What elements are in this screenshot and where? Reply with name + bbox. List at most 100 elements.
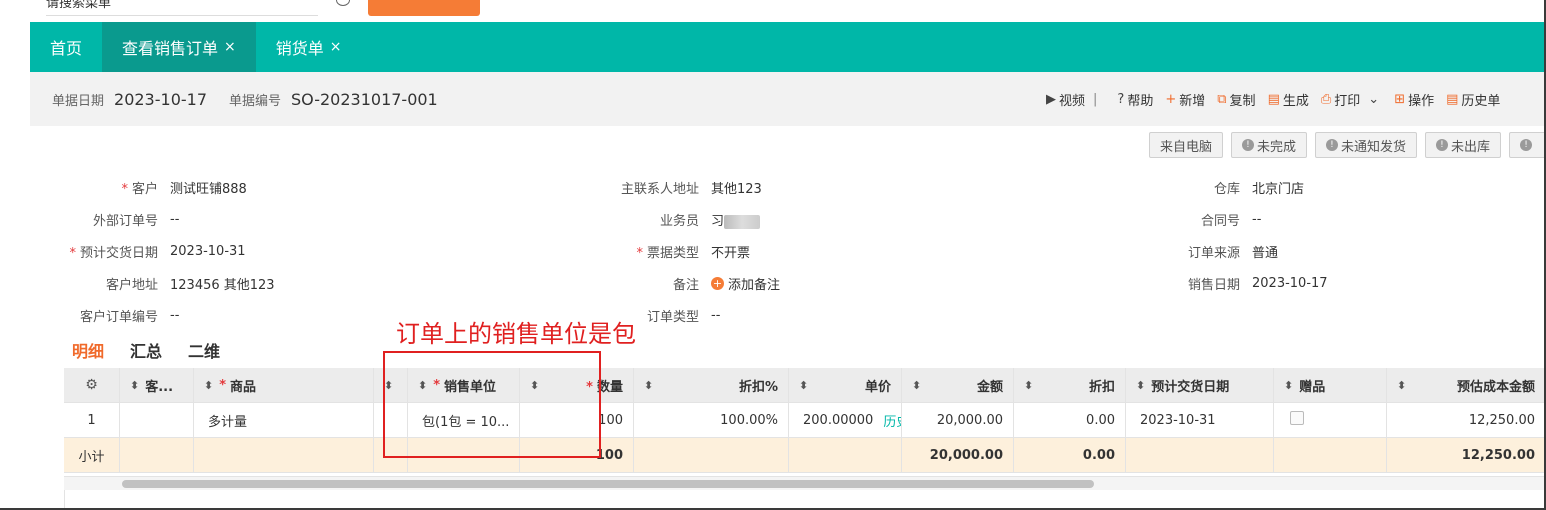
contact-address-label: 主联系人地址	[620, 182, 699, 197]
remark-label: 备注	[672, 278, 699, 293]
gear-icon[interactable]: ⚙	[85, 377, 98, 393]
contract-label: 合同号	[1200, 214, 1240, 229]
help-button[interactable]: ? 帮助	[1117, 90, 1153, 109]
document-icon: ▤	[1267, 92, 1280, 107]
subtab-detail[interactable]: 明细	[72, 338, 105, 370]
tab-label: 销货单	[275, 39, 324, 58]
column-header-delivery-date[interactable]: ⬍ 预计交货日期	[1126, 368, 1274, 403]
table-header-row: ⚙ ⬍ 客... ⬍ * 商品 ⬍ ⬍ * 销售单位 ⬍ * 数量 ⬍ 折扣% ⬍ 单价 ⬍ 金额 …	[64, 368, 1546, 403]
column-header-amount[interactable]: ⬍ 金额	[902, 368, 1014, 403]
copy-label: 复制	[1229, 94, 1256, 109]
contact-address-field: 主联系人地址 其他123	[542, 178, 762, 197]
table-row[interactable]: 1 多计量 包(1包 = 10... 100 100.00% 200.00000…	[64, 403, 1546, 438]
copy-button[interactable]: ⧉ 复制	[1217, 90, 1255, 109]
cell-unit-price[interactable]: 200.00000历史	[789, 403, 902, 438]
contract-value: --	[1252, 212, 1262, 227]
tab-sales-bill[interactable]: 销货单 ×	[256, 22, 362, 72]
subtotal-empty	[374, 438, 408, 473]
customer-address-value: 123456 其他123	[170, 278, 275, 293]
sort-icon[interactable]: ⬍	[1397, 379, 1406, 392]
badge-text: 未完成	[1256, 139, 1296, 155]
close-icon[interactable]: ×	[224, 39, 236, 55]
order-source-field: 订单来源 普通	[1142, 242, 1278, 261]
info-icon: !	[1435, 139, 1448, 151]
customer-field: * 客户 测试旺铺888	[42, 178, 247, 197]
ext-order-label: 外部订单号	[92, 214, 158, 229]
customer-order-field: 客户订单编号 --	[42, 306, 179, 325]
tab-label: 首页	[50, 39, 83, 58]
sort-icon[interactable]: ⬍	[204, 379, 213, 392]
generate-button[interactable]: ▤ 生成	[1268, 90, 1309, 109]
new-button[interactable]: + 新增	[1165, 90, 1205, 109]
column-header-est-cost[interactable]: ⬍ 预估成本金额	[1387, 368, 1546, 403]
operate-button[interactable]: ⊞ 操作	[1394, 90, 1434, 109]
cell-discount-pct[interactable]: 100.00%	[634, 403, 789, 438]
top-orange-button[interactable]	[368, 0, 480, 16]
invoice-type-label: * 票据类型	[636, 246, 699, 261]
sort-icon[interactable]: ⬍	[384, 379, 393, 392]
horizontal-scrollbar[interactable]	[64, 476, 1546, 490]
remark-field: 备注 + 添加备注	[542, 274, 780, 293]
sort-icon[interactable]: ⬍	[1136, 379, 1145, 392]
home-icon[interactable]	[336, 0, 350, 6]
sort-icon[interactable]: ⬍	[130, 379, 139, 392]
number-label: 单据编号	[229, 94, 282, 109]
customer-value[interactable]: 测试旺铺888	[170, 178, 247, 197]
subtab-2d[interactable]: 二维	[188, 338, 220, 370]
cell-sale-unit[interactable]: 包(1包 = 10...	[408, 403, 520, 438]
cell-quantity[interactable]: 100	[520, 403, 634, 438]
column-header-customer-code[interactable]: ⬍ 客...	[120, 368, 194, 403]
sort-icon[interactable]: ⬍	[912, 379, 921, 392]
detail-subtabs: 明细 汇总 二维	[72, 338, 220, 370]
column-header-discount-pct[interactable]: ⬍ 折扣%	[634, 368, 789, 403]
subtotal-empty	[634, 438, 789, 473]
cell-delivery-date[interactable]: 2023-10-31	[1126, 403, 1274, 438]
sort-icon[interactable]: ⬍	[418, 379, 427, 392]
subtab-summary[interactable]: 汇总	[130, 338, 162, 370]
video-button[interactable]: ▶ 视频 |	[1046, 90, 1105, 109]
cell-amount[interactable]: 20,000.00	[902, 403, 1014, 438]
cell-collapsed[interactable]	[374, 403, 408, 438]
sort-icon[interactable]: ⬍	[1284, 379, 1293, 392]
info-icon: !	[1241, 139, 1254, 151]
column-header-quantity[interactable]: ⬍ * 数量	[520, 368, 634, 403]
history-label: 历史单	[1461, 94, 1501, 109]
table-footer	[64, 490, 1546, 508]
sort-icon[interactable]: ⬍	[799, 379, 808, 392]
customer-label: * 客户	[121, 182, 158, 197]
subtotal-empty	[194, 438, 374, 473]
print-button[interactable]: ⎙ 打印 ⌄	[1321, 90, 1382, 109]
sort-icon[interactable]: ⬍	[1024, 379, 1033, 392]
history-price-link[interactable]: 历史	[883, 411, 901, 430]
badge-text: 未出库	[1450, 139, 1490, 155]
settings-column-header[interactable]: ⚙	[64, 368, 120, 403]
cell-customer-code[interactable]	[120, 403, 194, 438]
column-header-gift[interactable]: ⬍ 赠品	[1274, 368, 1387, 403]
add-remark-button[interactable]: + 添加备注	[711, 274, 780, 293]
sort-icon[interactable]: ⬍	[644, 379, 653, 392]
scrollbar-thumb[interactable]	[122, 480, 1094, 488]
status-badges: 来自电脑 ! 未完成 ! 未通知发货 ! 未出库 !	[1148, 132, 1546, 158]
delivery-date-value[interactable]: 2023-10-31	[170, 244, 246, 259]
column-header-product[interactable]: ⬍ * 商品	[194, 368, 374, 403]
close-icon[interactable]: ×	[330, 39, 342, 55]
column-header-sale-unit[interactable]: ⬍ * 销售单位	[408, 368, 520, 403]
column-header-unit-price[interactable]: ⬍ 单价	[789, 368, 902, 403]
cell-product[interactable]: 多计量	[194, 403, 374, 438]
sort-icon[interactable]: ⬍	[530, 379, 539, 392]
invoice-type-value[interactable]: 不开票	[711, 242, 750, 261]
salesman-label: 业务员	[659, 214, 699, 229]
column-header-collapsed[interactable]: ⬍	[374, 368, 408, 403]
badge-text: 来自电脑	[1159, 139, 1212, 155]
cell-discount[interactable]: 0.00	[1014, 403, 1126, 438]
subtotal-amount: 20,000.00	[902, 438, 1014, 473]
gift-checkbox[interactable]	[1290, 411, 1304, 425]
column-header-discount[interactable]: ⬍ 折扣	[1014, 368, 1126, 403]
history-button[interactable]: ▤ 历史单	[1446, 90, 1500, 109]
tab-view-sales-order[interactable]: 查看销售订单 ×	[102, 22, 256, 72]
menu-search-input[interactable]: 请搜索菜单	[46, 0, 318, 16]
tab-home[interactable]: 首页	[30, 22, 102, 72]
tab-label: 查看销售订单	[122, 39, 219, 58]
status-badge-not-notified: ! 未通知发货	[1314, 132, 1417, 158]
copy-icon: ⧉	[1217, 92, 1227, 107]
